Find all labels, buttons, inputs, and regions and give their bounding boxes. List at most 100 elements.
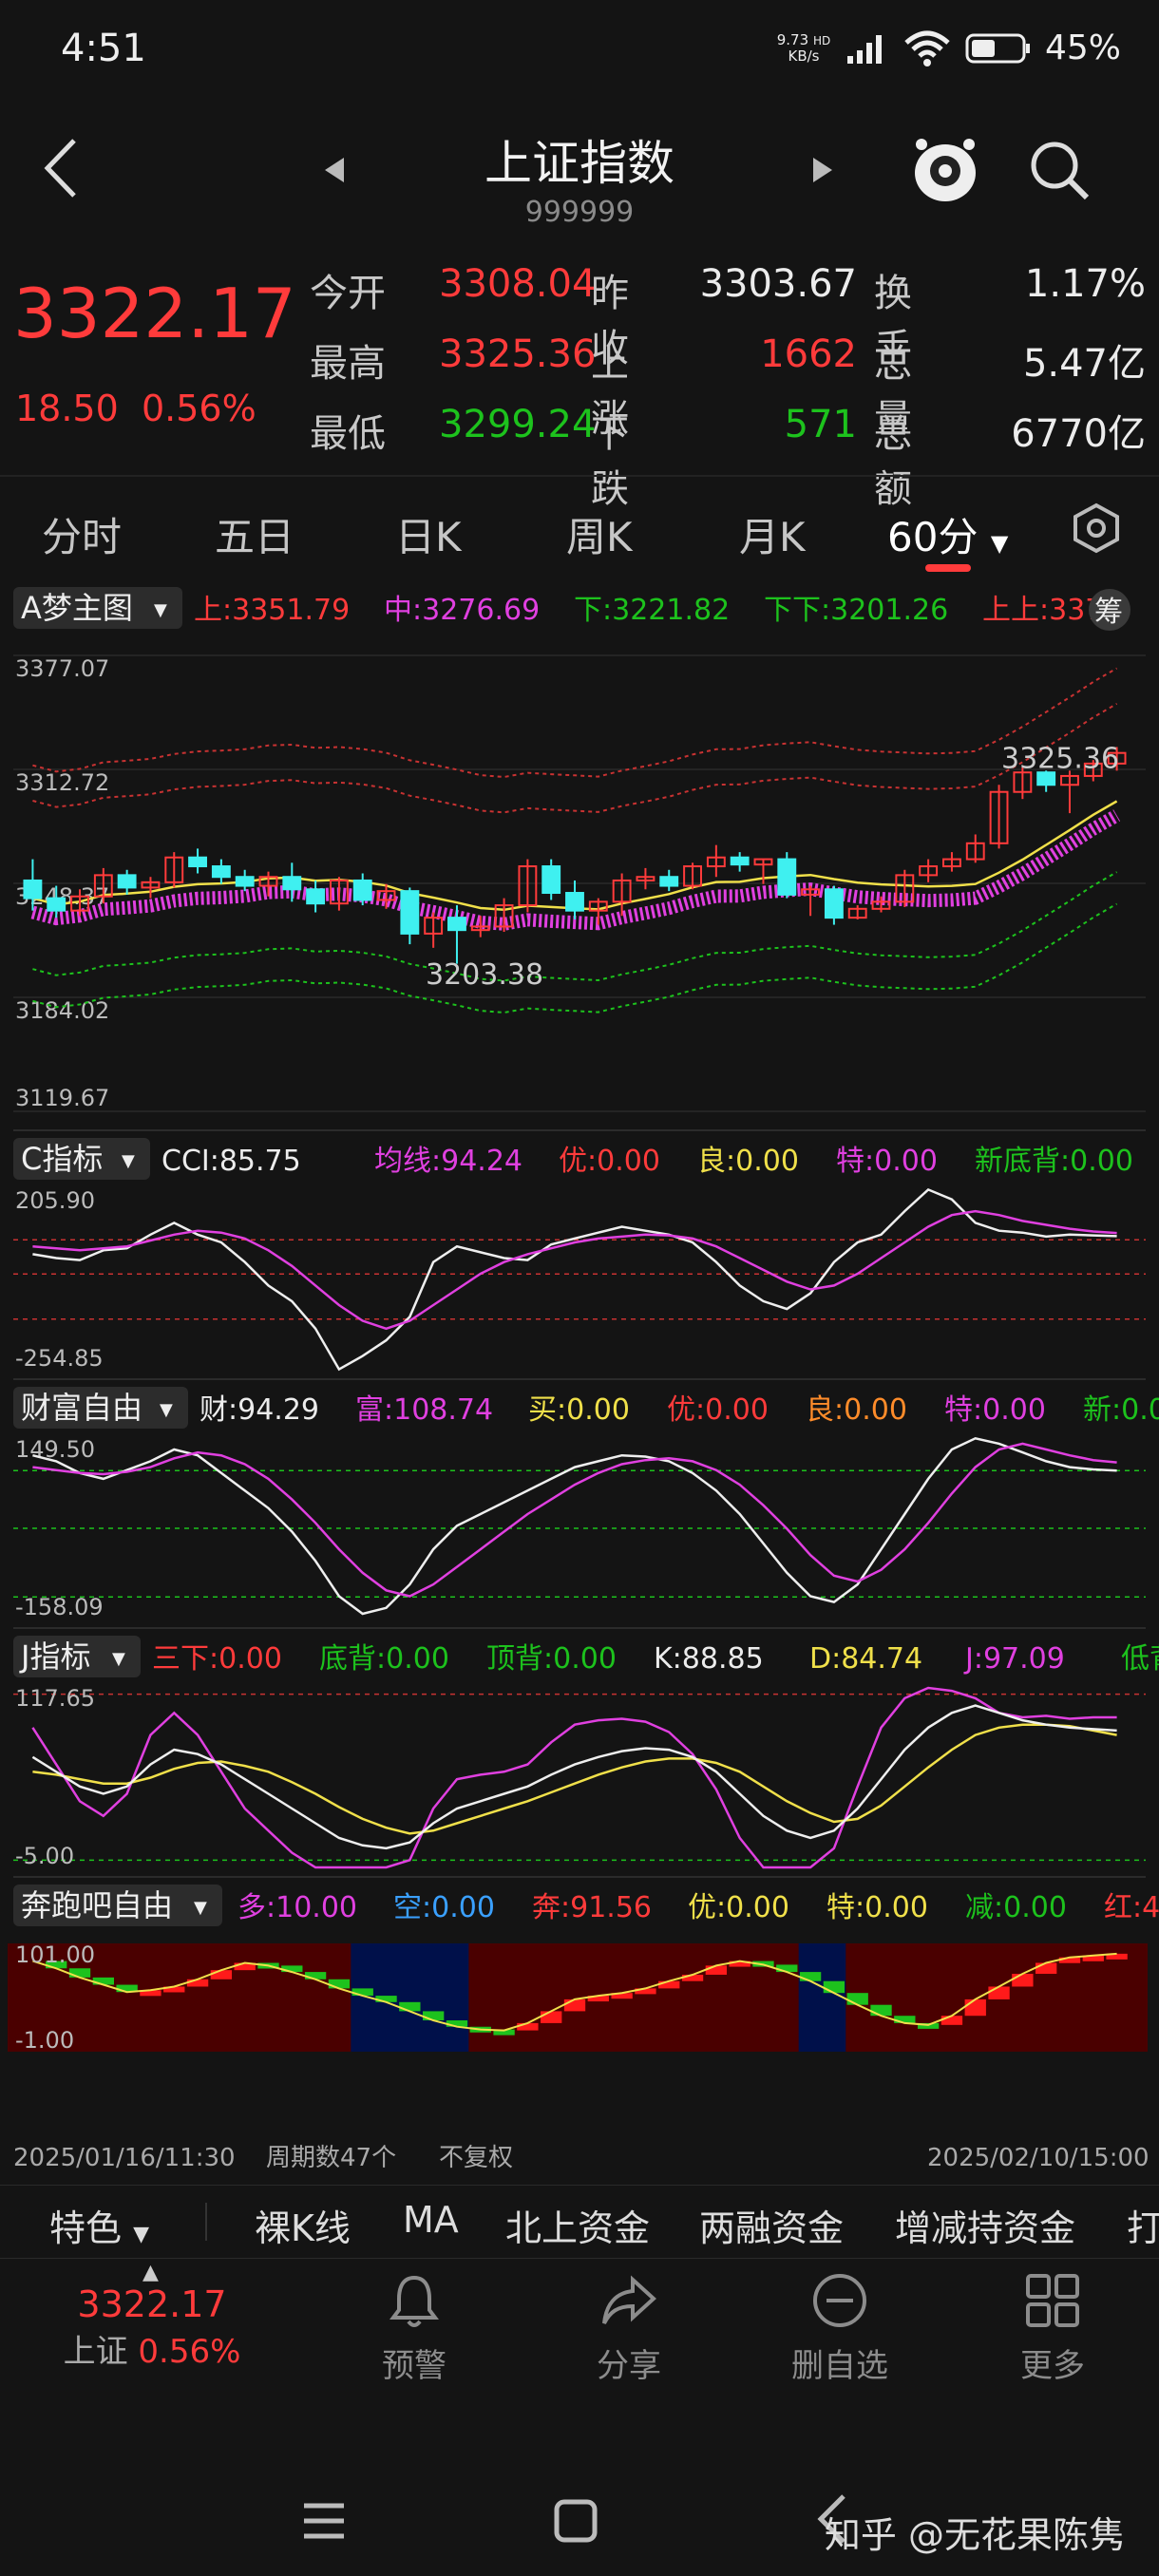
legend-item: 优:0.00 xyxy=(667,1393,769,1427)
indicator-selector-label: 奔跑吧自由 xyxy=(21,1887,173,1923)
current-price: 3322.17 xyxy=(13,274,296,353)
quote-row-high: 最高 3325.36 上涨 1662 总量 5.47亿 xyxy=(310,332,1146,441)
alert-button[interactable]: 预警 xyxy=(338,2270,490,2386)
next-index-icon[interactable] xyxy=(809,154,838,186)
candle-body xyxy=(400,890,420,935)
run-step-bar xyxy=(210,1970,233,1979)
legend-item: 底背:0.00 xyxy=(319,1642,449,1676)
candle-body xyxy=(542,865,561,895)
run-step-bar xyxy=(894,2016,916,2023)
feature-northbound[interactable]: 北上资金 xyxy=(505,2199,650,2251)
legend-item: 买:0.00 xyxy=(528,1393,630,1427)
legend-item: 新底背:0.00 xyxy=(975,1145,1133,1178)
candle-body xyxy=(306,888,326,905)
chevron-down-icon: ▼ xyxy=(122,1151,135,1171)
mini-quote[interactable]: 3322.17 上证 0.56% xyxy=(57,2283,247,2372)
candle-body xyxy=(211,865,231,879)
remove-icon xyxy=(813,2274,866,2327)
settings-hex-icon[interactable] xyxy=(1070,502,1123,555)
candle-body xyxy=(659,876,679,887)
run-panel: 奔跑吧自由 ▼ 多:10.00 空:0.00 奔:91.56 优:0.00 特:0.00 减:… xyxy=(8,1876,1159,2054)
legend-item: 中:3276.69 xyxy=(384,594,540,627)
run-step-bar xyxy=(68,1968,91,1978)
run-step-bar xyxy=(186,1979,209,1987)
expand-up-icon[interactable]: ▲ xyxy=(142,2261,159,2284)
assistant-robot-icon[interactable] xyxy=(910,133,980,209)
legend-item: 下:3221.82 xyxy=(574,594,730,627)
d-line xyxy=(32,1723,1117,1835)
legend-item: CCI:85.75 xyxy=(162,1145,301,1178)
quote-row-open: 今开 3308.04 昨收 3303.67 换手 1.17% xyxy=(310,262,1146,370)
period-count-label: 周期数47个 xyxy=(266,2144,396,2172)
wealth-cai-line xyxy=(32,1436,1117,1616)
tab-intraday[interactable]: 分时 xyxy=(42,505,122,563)
run-step-bar xyxy=(705,1965,728,1975)
legend-item: 三下:0.00 xyxy=(152,1642,282,1676)
feature-ma[interactable]: MA xyxy=(403,2199,459,2241)
run-step-bar xyxy=(658,1980,680,1989)
search-icon[interactable] xyxy=(1026,137,1092,203)
header: 上证指数 999999 xyxy=(0,104,1159,247)
remove-watchlist-button[interactable]: 删自选 xyxy=(764,2270,916,2386)
candle-body xyxy=(730,856,750,866)
more-button[interactable]: 更多 xyxy=(977,2270,1129,2386)
system-nav-bar: 知乎 @无花果陈隽 xyxy=(0,2451,1159,2576)
end-time-label: 2025/02/10/15:00 xyxy=(927,2144,1150,2172)
y-tick-label: 149.50 xyxy=(15,1436,95,1463)
divider xyxy=(205,2203,207,2241)
tab-60min[interactable]: 60分 ▼ xyxy=(887,505,1008,563)
legend-item: 奔:91.56 xyxy=(532,1891,652,1924)
kline-chart-area[interactable]: A梦主图 ▼ 上:3351.79 中:3276.69 下:3221.82 下下:3201.… xyxy=(0,579,1159,2185)
run-step-bar xyxy=(1036,1962,1057,1975)
tab-weekly-k[interactable]: 周K xyxy=(566,505,633,563)
legend-item: 顶背:0.00 xyxy=(486,1642,617,1676)
run-step-bar xyxy=(1012,1974,1034,1987)
legend-item: 特:0.00 xyxy=(944,1393,1046,1427)
feature-more[interactable]: 打 xyxy=(1127,2199,1159,2251)
legend-item: 优:0.00 xyxy=(688,1891,789,1924)
run-step-bar xyxy=(964,1998,986,2017)
chevron-down-icon: ▼ xyxy=(112,1649,125,1669)
legend-item: 财:94.29 xyxy=(200,1393,319,1427)
feature-margin[interactable]: 两融资金 xyxy=(699,2199,844,2251)
y-tick-label: 3377.07 xyxy=(15,655,109,682)
cci-line xyxy=(32,1187,1117,1372)
legend-item: 红:4.00 xyxy=(1104,1891,1159,1924)
run-step-bar xyxy=(352,1988,373,1997)
net-speed: 9.73 HD KB/s xyxy=(776,31,831,65)
y-tick-label: -5.00 xyxy=(15,1843,74,1869)
menu-icon[interactable] xyxy=(300,2500,348,2542)
share-icon xyxy=(602,2275,656,2324)
active-tab-indicator xyxy=(925,564,971,572)
low-price-label: 3203.38 xyxy=(426,958,543,992)
tab-monthly-k[interactable]: 月K xyxy=(739,505,806,563)
feature-naked-k[interactable]: 裸K线 xyxy=(255,2199,351,2251)
j-line xyxy=(31,1686,1117,1869)
chart-footer: 2025/01/16/11:30 周期数47个 不复权 2025/02/10/15:0… xyxy=(13,2144,1150,2172)
run-step-bar xyxy=(823,1980,846,1994)
tab-daily-k[interactable]: 日K xyxy=(395,505,462,563)
run-panel-bg xyxy=(8,1943,1148,2052)
chevron-down-icon: ▼ xyxy=(990,530,1009,557)
adjust-label: 不复权 xyxy=(439,2144,513,2172)
feature-special[interactable]: 特色 ▼ xyxy=(49,2199,149,2251)
share-button[interactable]: 分享 xyxy=(553,2270,705,2386)
candle-body xyxy=(352,879,372,901)
run-step-bar xyxy=(541,2011,562,2023)
watermark: 知乎 @无花果陈隽 xyxy=(824,2514,1125,2556)
feature-holdings[interactable]: 增减持资金 xyxy=(895,2199,1075,2251)
home-icon[interactable] xyxy=(553,2498,598,2544)
page-title: 上证指数 xyxy=(484,136,674,191)
y-tick-label: 3184.02 xyxy=(15,997,109,1024)
bottom-tab-bar: ▲ 3322.17 上证 0.56% 预警 分享 删自选 更多 xyxy=(0,2261,1159,2403)
j-panel: J指标 ▼ 三下:0.00 底背:0.00 顶背:0.00 K:88.85 D:84.74 J… xyxy=(13,1627,1159,1869)
run-step-bar xyxy=(304,1972,327,1979)
run-step-bar xyxy=(799,1972,822,1981)
index-code: 999999 xyxy=(524,196,635,229)
tab-five-day[interactable]: 五日 xyxy=(215,505,294,563)
status-time: 4:51 xyxy=(61,27,146,70)
legend-item: 空:0.00 xyxy=(393,1891,495,1924)
legend-item: 减:0.00 xyxy=(965,1891,1067,1924)
run-step-bar xyxy=(563,1998,586,2012)
legend-item: D:84.74 xyxy=(809,1642,922,1676)
